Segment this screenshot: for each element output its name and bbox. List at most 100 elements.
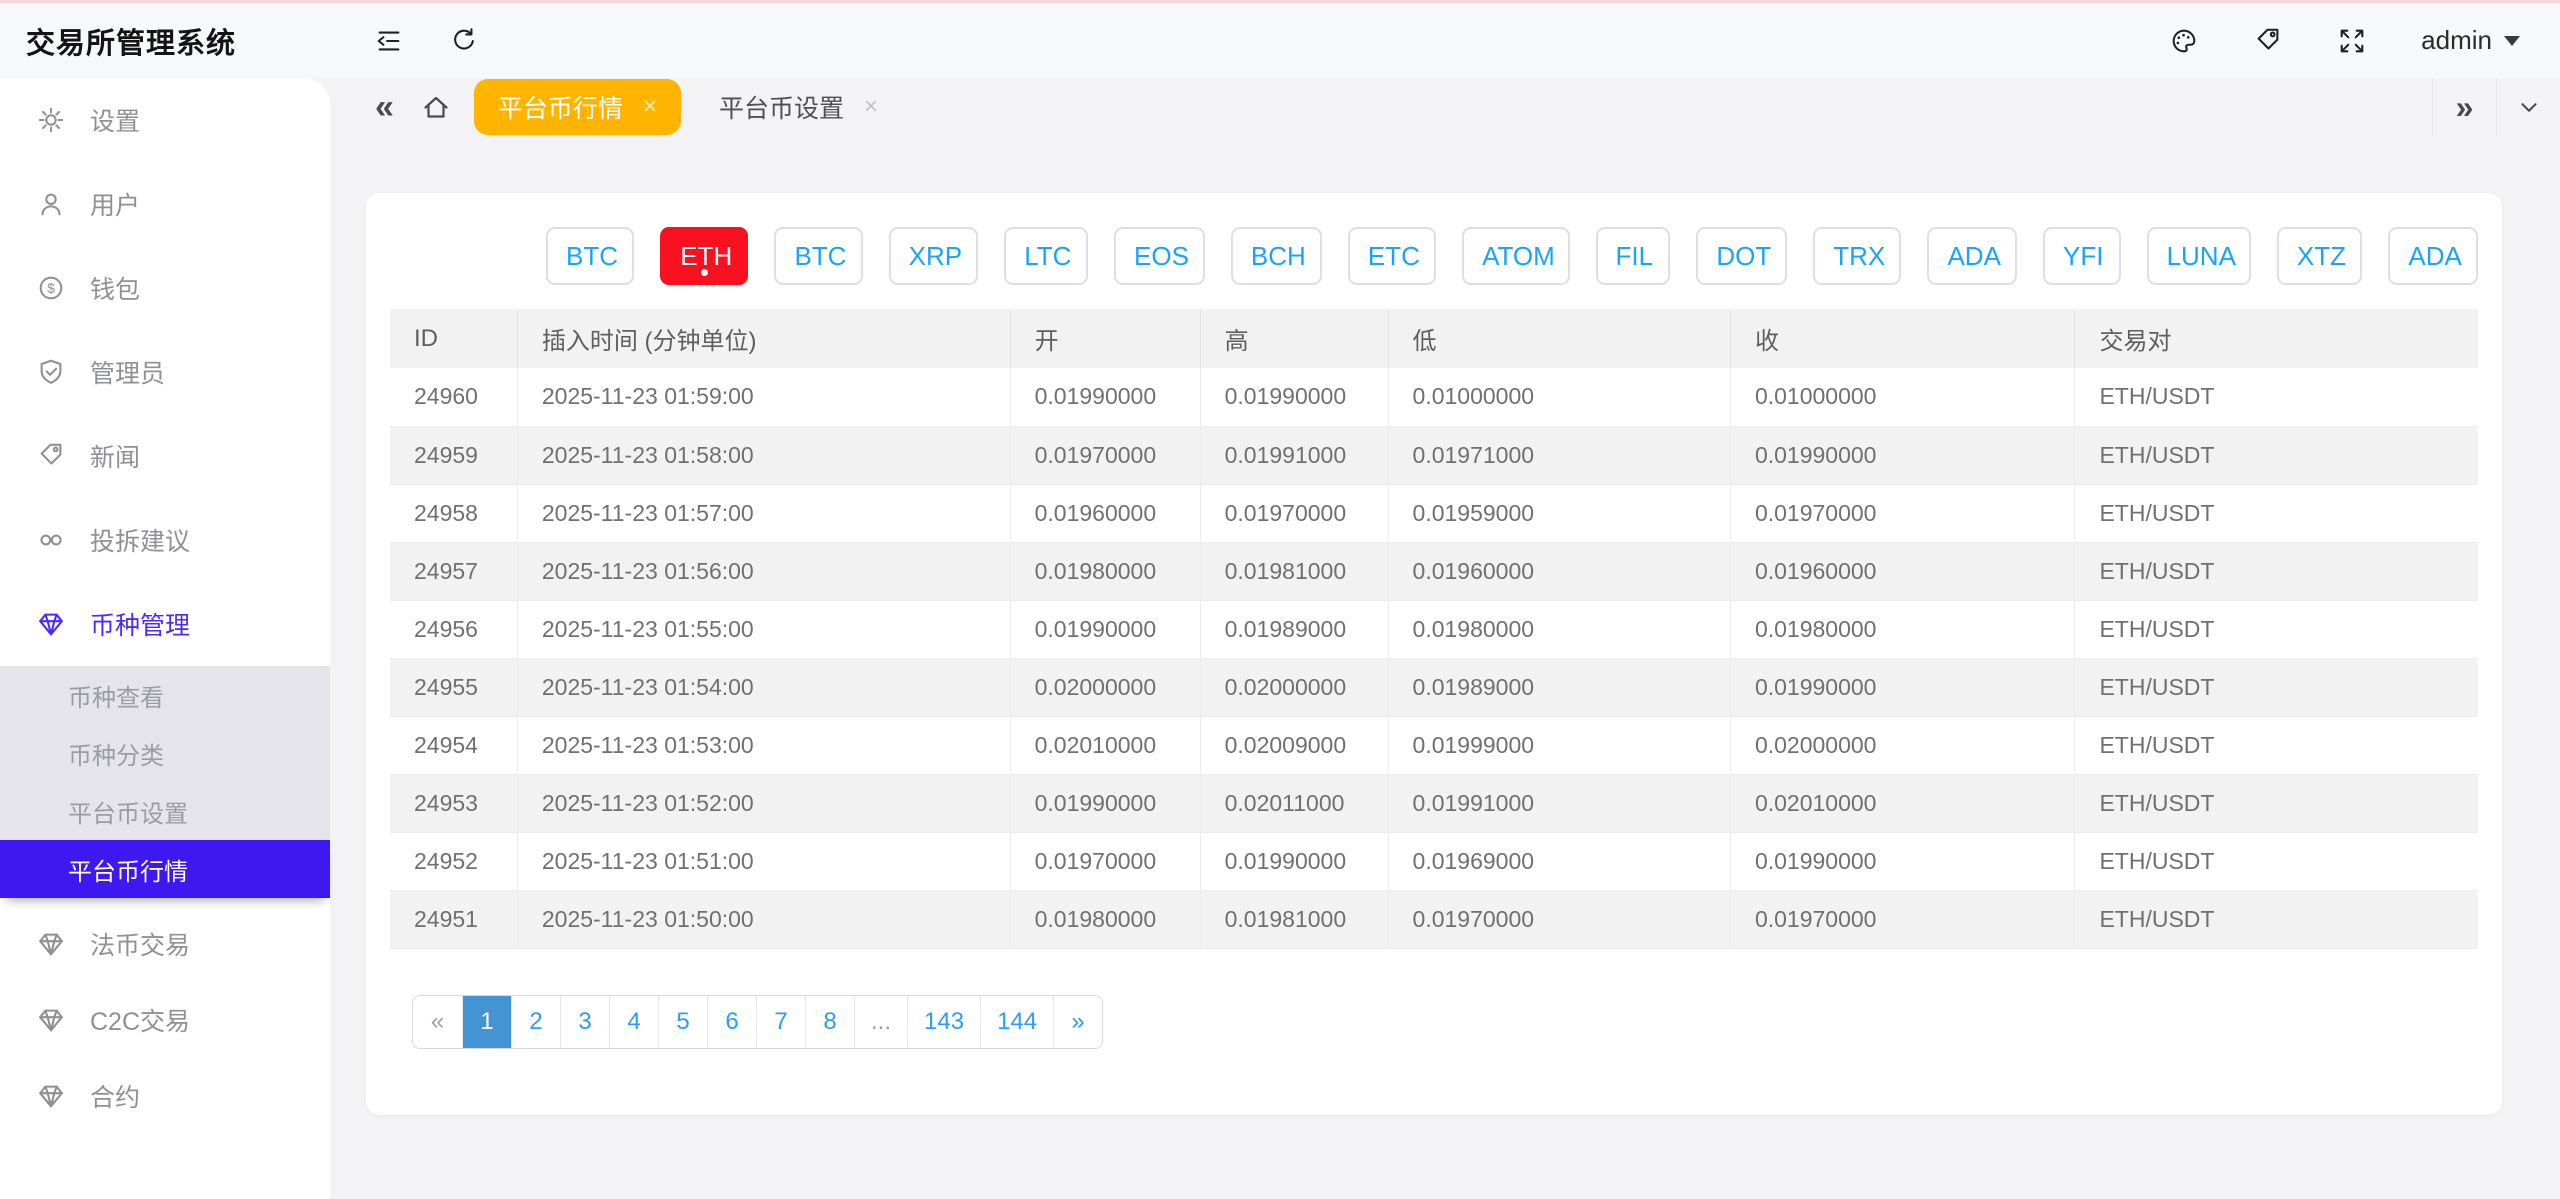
- close-icon[interactable]: ×: [864, 95, 878, 119]
- coin-filter-button[interactable]: ETH: [660, 227, 748, 285]
- close-icon[interactable]: ×: [643, 95, 657, 119]
- tag-icon: [36, 441, 66, 471]
- cell-high: 0.02011000: [1200, 774, 1388, 832]
- cell-insert-time: 2025-11-23 01:56:00: [517, 542, 1010, 600]
- sidebar-item-users[interactable]: 用户: [0, 162, 330, 246]
- coin-filter-button[interactable]: XTZ: [2277, 227, 2363, 285]
- pagination-item[interactable]: 2: [511, 996, 560, 1048]
- coin-filter-button[interactable]: BTC: [546, 227, 634, 285]
- cell-low: 0.01999000: [1388, 716, 1730, 774]
- sidebar: 设置 用户 $ 钱包 管理员 新闻: [0, 78, 330, 1199]
- pagination-item[interactable]: 8: [805, 996, 854, 1048]
- coin-filter-button[interactable]: FIL: [1596, 227, 1671, 285]
- cell-pair: ETH/USDT: [2075, 426, 2478, 484]
- gem-icon: [36, 609, 66, 639]
- gem-icon: [36, 1005, 66, 1035]
- sidebar-item-contract[interactable]: 合约: [0, 1058, 330, 1134]
- home-icon[interactable]: [420, 91, 452, 123]
- coin-filter-button[interactable]: ATOM: [1462, 227, 1569, 285]
- tab-platform-coin-settings[interactable]: 平台币设置 ×: [719, 89, 878, 125]
- pagination-item[interactable]: 4: [609, 996, 658, 1048]
- cell-high: 0.02000000: [1200, 658, 1388, 716]
- cell-close: 0.01990000: [1730, 832, 2075, 890]
- coin-filter-button[interactable]: TRX: [1813, 227, 1901, 285]
- cell-low: 0.01969000: [1388, 832, 1730, 890]
- sidebar-item-label: 新闻: [90, 438, 140, 474]
- sidebar-item-wallet[interactable]: $ 钱包: [0, 246, 330, 330]
- coin-filter-button[interactable]: YFI: [2043, 227, 2121, 285]
- cell-insert-time: 2025-11-23 01:54:00: [517, 658, 1010, 716]
- collapse-left-icon[interactable]: «: [375, 90, 394, 124]
- sidebar-item-admins[interactable]: 管理员: [0, 330, 330, 414]
- user-menu[interactable]: admin: [2421, 25, 2520, 56]
- sidebar-item-news[interactable]: 新闻: [0, 414, 330, 498]
- fullscreen-icon[interactable]: [2337, 26, 2367, 56]
- pagination-item[interactable]: ...: [854, 996, 907, 1048]
- refresh-icon[interactable]: [448, 26, 478, 56]
- table-header-cell: 开: [1010, 309, 1200, 368]
- pagination-item[interactable]: 6: [707, 996, 756, 1048]
- market-table: ID插入时间 (分钟单位)开高低收交易对 24960 2025-11-23 01…: [390, 309, 2478, 949]
- coin-filter-button[interactable]: BCH: [1231, 227, 1322, 285]
- pagination-item[interactable]: «: [413, 996, 462, 1048]
- coin-filter-button[interactable]: BTC: [774, 227, 862, 285]
- coin-filter-button[interactable]: ADA: [2388, 227, 2478, 285]
- cell-pair: ETH/USDT: [2075, 368, 2478, 426]
- cell-low: 0.01959000: [1388, 484, 1730, 542]
- sidebar-item-feedback[interactable]: 投拆建议: [0, 498, 330, 582]
- expand-right-icon[interactable]: »: [2432, 78, 2496, 136]
- coin-filter-button[interactable]: DOT: [1696, 227, 1787, 285]
- pagination-item[interactable]: 143: [907, 996, 980, 1048]
- coin-filter-button[interactable]: XRP: [889, 227, 979, 285]
- tabbar: « 平台币行情 × 平台币设置 × »: [330, 78, 2560, 136]
- tab-platform-coin-market[interactable]: 平台币行情 ×: [474, 79, 681, 135]
- pagination-item[interactable]: 1: [462, 996, 511, 1048]
- coin-filter-button[interactable]: ADA: [1927, 227, 2017, 285]
- sidebar-item-settings[interactable]: 设置: [0, 78, 330, 162]
- pagination-item[interactable]: 3: [560, 996, 609, 1048]
- sidebar-subitem-coin-view[interactable]: 币种查看: [0, 666, 330, 724]
- cell-pair: ETH/USDT: [2075, 774, 2478, 832]
- sidebar-item-label: 设置: [90, 102, 140, 138]
- cell-insert-time: 2025-11-23 01:55:00: [517, 600, 1010, 658]
- cell-open: 0.01990000: [1010, 368, 1200, 426]
- pagination-item[interactable]: 7: [756, 996, 805, 1048]
- table-row: 24952 2025-11-23 01:51:00 0.01970000 0.0…: [390, 832, 2478, 890]
- menu-fold-icon[interactable]: [374, 26, 404, 56]
- sidebar-subitem-coin-category[interactable]: 币种分类: [0, 724, 330, 782]
- sidebar-item-c2c-trade[interactable]: C2C交易: [0, 982, 330, 1058]
- content-card: BTC ETH BTC XRP LTC EOS BCH ETC ATOM FIL DOT TRX ADA…: [366, 193, 2502, 1115]
- cell-high: 0.01990000: [1200, 832, 1388, 890]
- cell-id: 24956: [390, 600, 517, 658]
- table-row: 24958 2025-11-23 01:57:00 0.01960000 0.0…: [390, 484, 2478, 542]
- sidebar-item-coin-management[interactable]: 币种管理: [0, 582, 330, 666]
- pagination-item[interactable]: 5: [658, 996, 707, 1048]
- table-row: 24957 2025-11-23 01:56:00 0.01980000 0.0…: [390, 542, 2478, 600]
- sidebar-subitem-platform-coin-market[interactable]: 平台币行情: [0, 840, 330, 898]
- coin-filter-button[interactable]: LTC: [1004, 227, 1088, 285]
- sidebar-subitem-platform-coin-settings[interactable]: 平台币设置: [0, 782, 330, 840]
- palette-icon[interactable]: [2169, 26, 2199, 56]
- table-header-cell: 低: [1388, 309, 1730, 368]
- cell-id: 24959: [390, 426, 517, 484]
- pagination-item[interactable]: »: [1053, 996, 1102, 1048]
- sidebar-item-label: 投拆建议: [90, 522, 190, 558]
- app-title: 交易所管理系统: [0, 20, 330, 62]
- coin-filter-button[interactable]: EOS: [1114, 227, 1205, 285]
- dollar-icon: $: [36, 273, 66, 303]
- cell-low: 0.01991000: [1388, 774, 1730, 832]
- chevron-down-icon[interactable]: [2496, 78, 2560, 136]
- coin-filter-button[interactable]: ETC: [1348, 227, 1436, 285]
- topbar: 交易所管理系统 admin: [0, 3, 2560, 78]
- tag-icon[interactable]: [2253, 26, 2283, 56]
- sidebar-item-fiat-trade[interactable]: 法币交易: [0, 906, 330, 982]
- sidebar-item-label: 币种管理: [90, 606, 190, 642]
- cell-low: 0.01000000: [1388, 368, 1730, 426]
- svg-text:$: $: [47, 280, 55, 296]
- pagination-item[interactable]: 144: [980, 996, 1053, 1048]
- coin-filter-button[interactable]: LUNA: [2147, 227, 2251, 285]
- sidebar-item-label: C2C交易: [90, 1002, 190, 1038]
- cell-high: 0.01991000: [1200, 426, 1388, 484]
- cell-low: 0.01960000: [1388, 542, 1730, 600]
- cell-high: 0.01990000: [1200, 368, 1388, 426]
